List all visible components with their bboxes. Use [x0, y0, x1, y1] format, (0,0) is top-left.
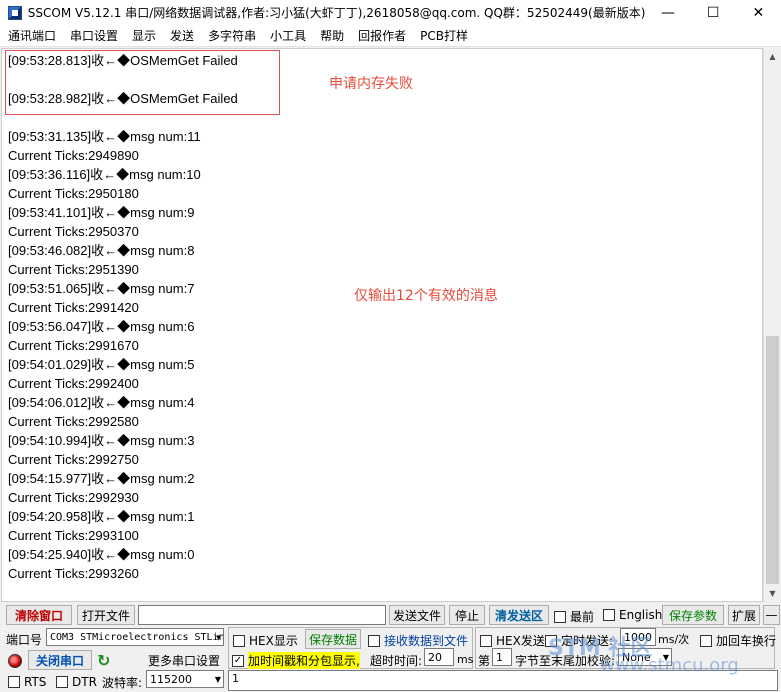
menu-tools[interactable]: 小工具 [262, 27, 312, 44]
clear-window-button[interactable]: 清除窗口 [6, 605, 72, 625]
port-label: 端口号 [6, 633, 43, 647]
menu-comm-port[interactable]: 通讯端口 [0, 27, 62, 44]
receive-line: [09:54:01.029]收←◆msg num:5 [8, 357, 195, 372]
add-crlf-label: 加回车换行 [716, 634, 777, 648]
hex-display-label: HEX显示 [249, 634, 298, 648]
refresh-icon[interactable]: ↻ [97, 651, 110, 670]
menu-send[interactable]: 发送 [162, 27, 200, 44]
receive-line: [09:54:25.940]收←◆msg num:0 [8, 547, 195, 562]
receive-line: [09:53:31.135]收←◆msg num:11 [8, 129, 201, 144]
app-icon [8, 5, 22, 20]
more-port-settings[interactable]: 更多串口设置 [148, 652, 220, 669]
receive-line: Current Ticks:2992930 [8, 490, 139, 505]
save-params-button[interactable]: 保存参数 [662, 605, 724, 625]
receive-line: Current Ticks:2950180 [8, 186, 139, 201]
close-button[interactable]: ✕ [736, 0, 781, 25]
scroll-up-icon[interactable]: ▲ [764, 48, 781, 65]
timeout-input[interactable]: 20 [424, 648, 454, 666]
receive-line: Current Ticks:2992400 [8, 376, 139, 391]
menu-display[interactable]: 显示 [124, 27, 162, 44]
byte-no-input[interactable]: 1 [492, 648, 512, 666]
clear-send-button[interactable]: 清发送区 [489, 605, 549, 625]
recv-to-file-checkbox[interactable]: 接收数据到文件 [368, 632, 468, 649]
dtr-checkbox[interactable]: DTR [56, 675, 97, 689]
byte-no-label: 第 [478, 654, 491, 668]
receive-line: [09:54:10.994]收←◆msg num:3 [8, 433, 195, 448]
receive-area[interactable]: 申请内存失败 仅输出12个有效的消息 [09:53:28.813]收←◆OSMe… [1, 48, 763, 602]
open-file-button[interactable]: 打开文件 [77, 605, 135, 625]
receive-scrollbar[interactable]: ▲ ▼ [763, 48, 780, 602]
menu-serial-settings[interactable]: 串口设置 [62, 27, 124, 44]
annotation-only-12: 仅输出12个有效的消息 [354, 288, 498, 304]
file-path-input[interactable] [138, 605, 386, 625]
topmost-label: 最前 [570, 610, 595, 624]
toolbar-row: 清除窗口 打开文件 发送文件 停止 清发送区 最前 English 保存参数 扩… [0, 604, 781, 626]
dtr-label: DTR [72, 675, 97, 689]
title-bar: SSCOM V5.12.1 串口/网络数据调试器,作者:习小猛(大虾丁丁),26… [0, 0, 781, 25]
receive-line: [09:54:15.977]收←◆msg num:2 [8, 471, 195, 486]
receive-line: Current Ticks:2991420 [8, 300, 139, 315]
menu-feedback[interactable]: 回报作者 [350, 27, 412, 44]
timeout-label: 超时时间: [370, 654, 423, 668]
receive-line: [09:54:20.958]收←◆msg num:1 [8, 509, 195, 524]
receive-line: [09:53:36.116]收←◆msg num:10 [8, 167, 201, 182]
port-select[interactable]: COM3 STMicroelectronics STLink ▼ [46, 628, 224, 646]
hex-send-label: HEX发送 [496, 634, 545, 648]
watermark-url: www.stmcu.org [600, 655, 739, 676]
scroll-thumb[interactable] [766, 336, 779, 584]
receive-line: Current Ticks:2992750 [8, 452, 139, 467]
receive-line: [09:53:28.982]收←◆OSMemGet Failed [8, 91, 238, 106]
send-file-button[interactable]: 发送文件 [389, 605, 445, 625]
english-checkbox[interactable]: English [603, 608, 662, 622]
collapse-button[interactable]: — [763, 605, 780, 625]
receive-line: Current Ticks:2951390 [8, 262, 139, 277]
save-data-button[interactable]: 保存数据 [305, 629, 361, 649]
menu-bar: 通讯端口 串口设置 显示 发送 多字符串 小工具 帮助 回报作者 PCB打样 [0, 25, 781, 47]
interval-unit: ms/次 [658, 633, 690, 646]
rts-checkbox[interactable]: RTS [8, 675, 46, 689]
receive-line: [09:54:06.012]收←◆msg num:4 [8, 395, 195, 410]
add-crlf-checkbox[interactable]: 加回车换行 [700, 632, 776, 649]
maximize-button[interactable]: ☐ [691, 0, 736, 25]
baud-select[interactable]: 115200 ▼ [146, 670, 224, 688]
hex-send-checkbox[interactable]: HEX发送 [480, 632, 545, 649]
annotation-alloc-fail: 申请内存失败 [329, 76, 413, 92]
expand-button[interactable]: 扩展 [728, 605, 760, 625]
menu-multi-string[interactable]: 多字符串 [200, 27, 262, 44]
receive-line: Current Ticks:2992580 [8, 414, 139, 429]
receive-line: Current Ticks:2993260 [8, 566, 139, 581]
receive-line: Current Ticks:2949890 [8, 148, 139, 163]
timestamp-label: 加时间戳和分包显示, [248, 652, 360, 669]
close-port-button[interactable]: 关闭串口 [28, 650, 92, 670]
chevron-down-icon: ▼ [216, 633, 221, 642]
window-title: SSCOM V5.12.1 串口/网络数据调试器,作者:习小猛(大虾丁丁),26… [27, 6, 646, 20]
rts-label: RTS [24, 675, 47, 689]
stop-button[interactable]: 停止 [449, 605, 485, 625]
receive-line: Current Ticks:2991670 [8, 338, 139, 353]
port-status-icon [8, 654, 22, 668]
chevron-down-icon: ▼ [214, 675, 221, 684]
minimize-button[interactable]: — [645, 0, 690, 25]
topmost-checkbox[interactable]: 最前 [554, 608, 594, 625]
receive-line: [09:53:51.065]收←◆msg num:7 [8, 281, 195, 296]
receive-line: [09:53:46.082]收←◆msg num:8 [8, 243, 195, 258]
hex-display-checkbox[interactable]: HEX显示 [233, 632, 298, 649]
receive-line: Current Ticks:2950370 [8, 224, 139, 239]
recv-to-file-label: 接收数据到文件 [384, 634, 469, 648]
menu-pcb[interactable]: PCB打样 [412, 27, 474, 44]
menu-help[interactable]: 帮助 [312, 27, 350, 44]
receive-line: Current Ticks:2993100 [8, 528, 139, 543]
port-select-value: COM3 STMicroelectronics STLink [50, 631, 224, 643]
english-label: English [619, 608, 663, 622]
scroll-down-icon[interactable]: ▼ [764, 585, 781, 602]
timestamp-checkbox[interactable]: ✓ 加时间戳和分包显示, [232, 652, 360, 669]
baud-label: 波特率: [102, 676, 143, 690]
timeout-unit: ms [457, 653, 474, 666]
baud-value: 115200 [150, 672, 192, 686]
receive-line: [09:53:28.813]收←◆OSMemGet Failed [8, 53, 238, 68]
receive-line: [09:53:41.101]收←◆msg num:9 [8, 205, 195, 220]
receive-line: [09:53:56.047]收←◆msg num:6 [8, 319, 195, 334]
